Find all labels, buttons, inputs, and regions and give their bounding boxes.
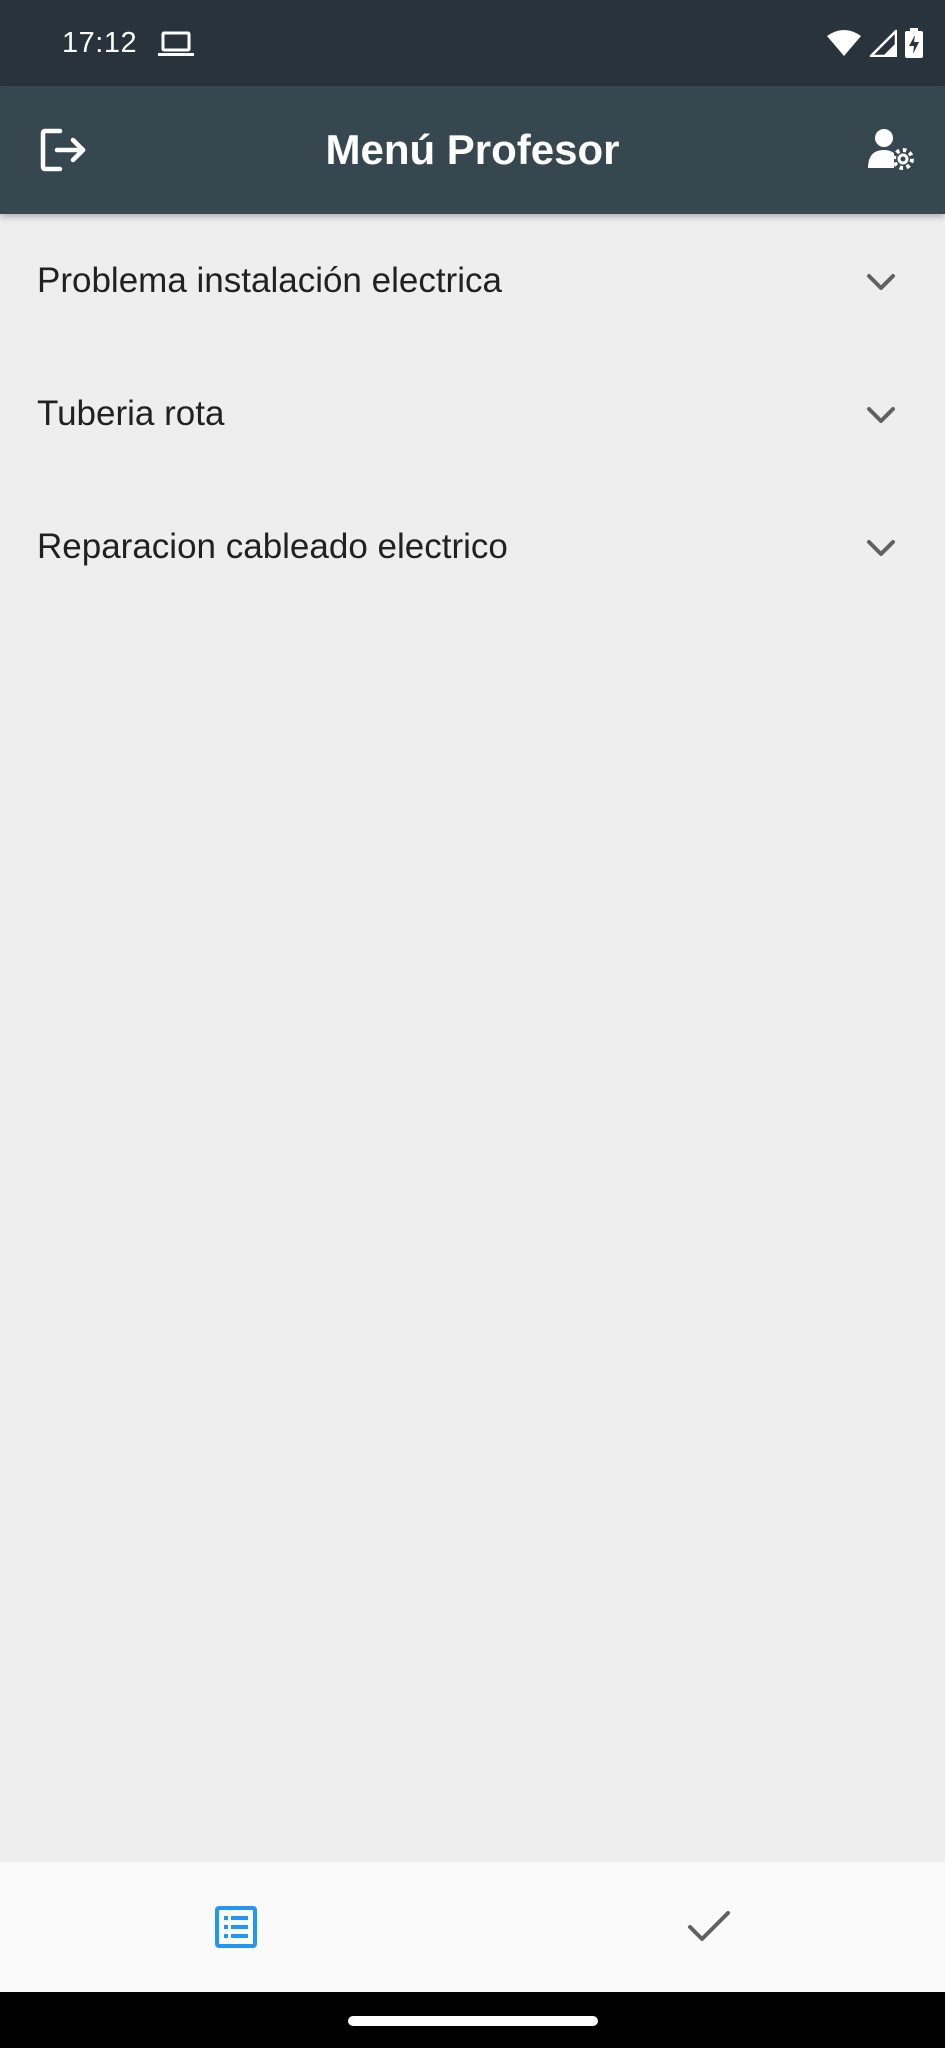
status-icons <box>827 26 923 60</box>
list-item[interactable]: Reparacion cableado electrico <box>0 480 945 613</box>
chevron-down-icon <box>867 274 895 290</box>
page-title: Menú Profesor <box>325 126 620 173</box>
list-icon <box>215 1906 257 1948</box>
status-time: 17:12 <box>62 27 138 59</box>
gesture-navigation-bar <box>0 1992 945 2048</box>
check-icon <box>688 1911 730 1941</box>
incident-list: Problema instalación electrica Tuberia r… <box>0 214 945 613</box>
list-item-label: Tuberia rota <box>37 394 225 433</box>
app-bar: Menú Profesor <box>0 86 945 214</box>
list-item[interactable]: Problema instalación electrica <box>0 214 945 347</box>
chevron-down-icon <box>867 540 895 556</box>
list-item-label: Problema instalación electrica <box>37 261 502 300</box>
nav-list-button[interactable] <box>0 1862 472 1992</box>
bottom-navigation <box>0 1862 945 1992</box>
user-settings-button[interactable] <box>857 116 925 184</box>
list-item[interactable]: Tuberia rota <box>0 347 945 480</box>
battery-charging-icon <box>905 28 923 58</box>
nav-completed-button[interactable] <box>473 1862 945 1992</box>
home-gesture-handle[interactable] <box>348 2016 598 2026</box>
status-bar: 17:12 <box>0 0 945 86</box>
user-settings-icon <box>868 129 914 170</box>
wifi-icon <box>827 30 861 56</box>
signal-icon <box>869 29 897 57</box>
chevron-down-icon <box>867 407 895 423</box>
laptop-icon <box>158 31 194 56</box>
list-item-label: Reparacion cableado electrico <box>37 527 508 566</box>
